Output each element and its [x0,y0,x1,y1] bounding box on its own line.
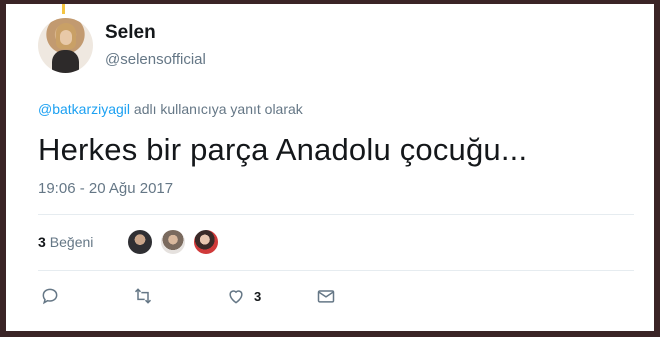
avatar-body [52,50,79,73]
like-button[interactable]: 3 [226,286,261,306]
likes-label: Beğeni [49,234,94,250]
tweet-card: Selen @selensofficial @batkarziyagil adl… [6,4,654,331]
like-count: 3 [254,288,262,304]
liker-avatar[interactable] [159,228,187,256]
liker-avatar[interactable] [126,228,154,256]
likes-summary[interactable]: 3 Beğeni [38,234,93,250]
envelope-icon [316,286,336,306]
reply-context-text: adlı kullanıcıya yanıt olarak [130,101,303,117]
reply-button[interactable] [40,286,60,306]
avatar[interactable] [38,18,93,73]
liker-avatar[interactable] [192,228,220,256]
retweet-button[interactable] [133,286,153,306]
reply-icon [40,286,60,306]
tweet-text: Herkes bir parça Anadolu çocuğu... [38,132,528,167]
tweet-timestamp[interactable]: 19:06 - 20 Ağu 2017 [38,180,173,197]
retweet-icon [133,286,153,306]
reply-mention-link[interactable]: @batkarziyagil [38,101,130,117]
divider [38,270,634,271]
direct-message-button[interactable] [316,286,336,306]
user-handle[interactable]: @selensofficial [105,51,206,68]
reply-context: @batkarziyagil adlı kullanıcıya yanıt ol… [38,101,303,117]
likes-count: 3 [38,234,46,250]
heart-icon [226,286,246,306]
avatar-face [60,30,72,45]
accent-mark [62,4,65,14]
user-name[interactable]: Selen [105,22,156,44]
divider [38,214,634,215]
